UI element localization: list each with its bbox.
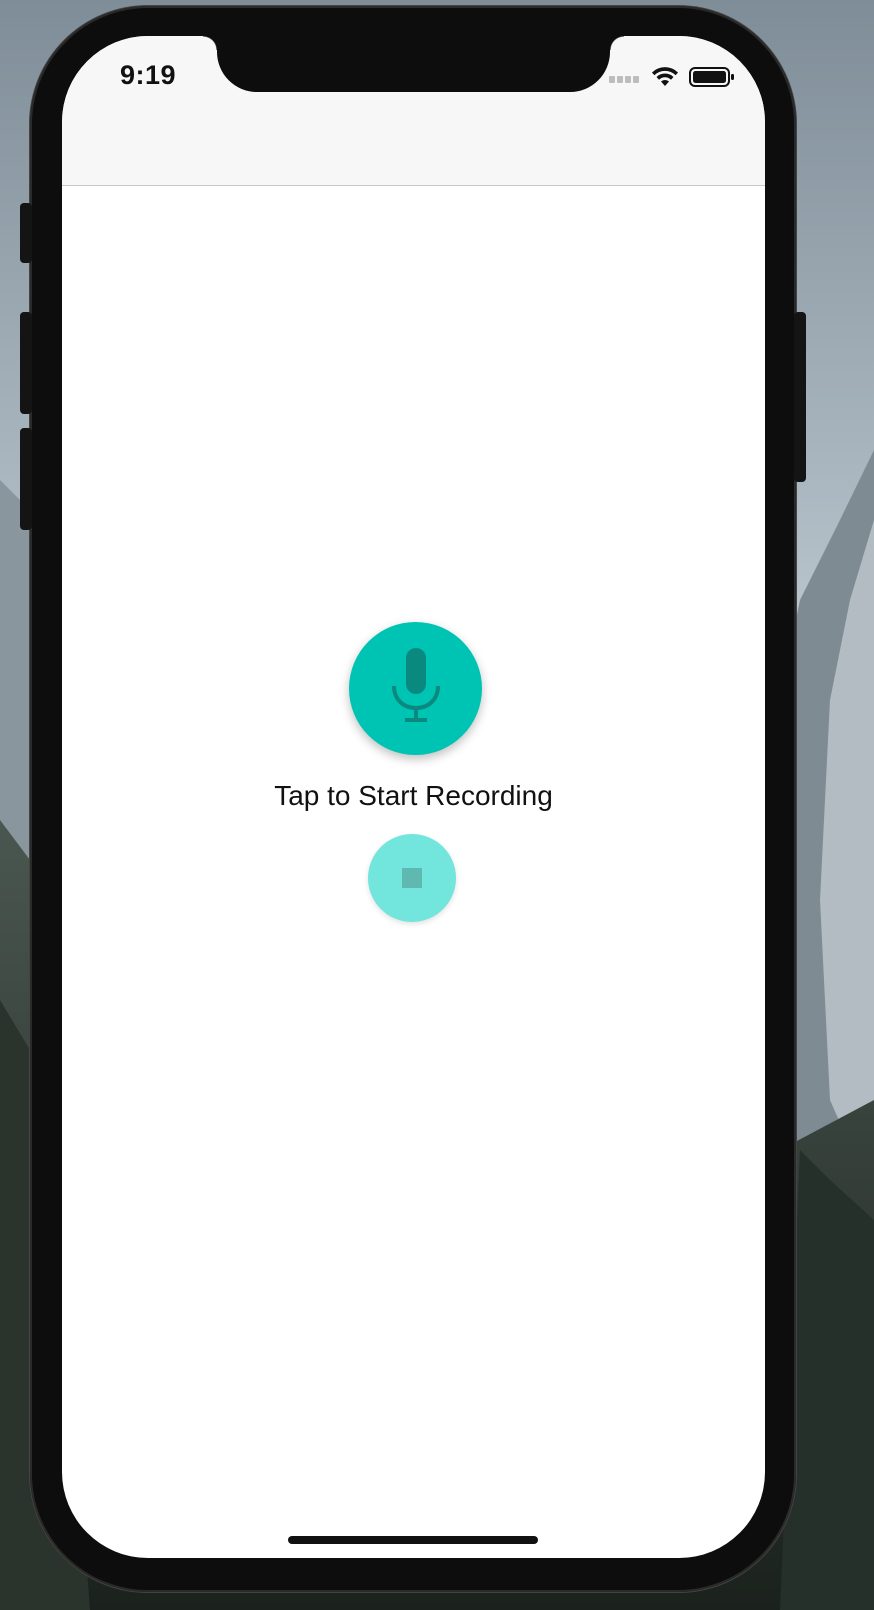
battery-icon xyxy=(689,66,735,93)
status-time: 9:19 xyxy=(120,60,177,90)
record-button[interactable] xyxy=(349,622,482,755)
power-button xyxy=(794,312,806,482)
stop-button[interactable] xyxy=(368,834,456,922)
device-notch xyxy=(203,36,624,92)
record-prompt-label: Tap to Start Recording xyxy=(274,780,553,811)
silent-switch xyxy=(20,203,32,263)
wifi-icon xyxy=(651,66,679,93)
volume-down-button xyxy=(20,428,32,530)
app-screen: 9:19 Tap to Start Recording xyxy=(62,36,765,1558)
stop-icon xyxy=(402,868,422,888)
status-icons xyxy=(609,66,735,93)
microphone-icon xyxy=(390,648,442,729)
home-indicator[interactable] xyxy=(288,1536,538,1544)
cellular-signal-icon xyxy=(609,71,641,89)
volume-up-button xyxy=(20,312,32,414)
